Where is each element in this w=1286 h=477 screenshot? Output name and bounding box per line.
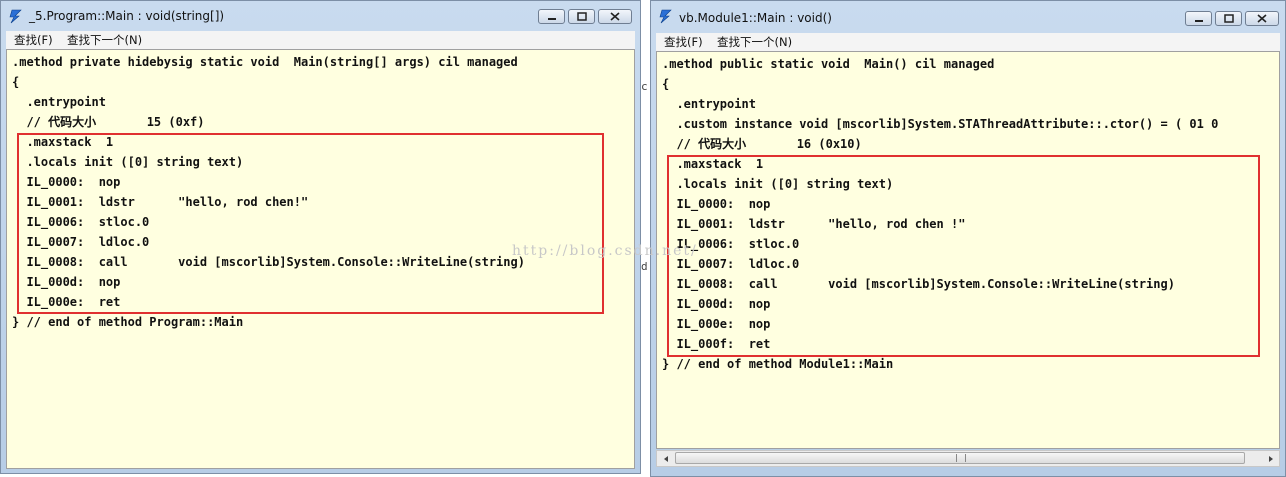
code-line: { xyxy=(662,77,670,91)
code-line: .entrypoint xyxy=(12,95,106,109)
maximize-icon xyxy=(1223,14,1234,23)
menu-find-next[interactable]: 查找下一个(N) xyxy=(717,34,792,50)
scroll-thumb[interactable] xyxy=(675,452,1245,464)
close-icon xyxy=(610,12,620,21)
horizontal-scrollbar[interactable] xyxy=(656,450,1280,467)
minimize-button[interactable] xyxy=(1185,11,1212,26)
close-icon xyxy=(1257,14,1267,23)
close-button[interactable] xyxy=(598,9,632,24)
code-line: { xyxy=(12,75,20,89)
menu-find-next[interactable]: 查找下一个(N) xyxy=(67,32,142,48)
code-line: .method public static void Main() cil ma… xyxy=(662,57,995,71)
right-window-title: vb.Module1::Main : void() xyxy=(679,11,832,25)
menu-find[interactable]: 查找(F) xyxy=(14,32,53,48)
maximize-button[interactable] xyxy=(1215,11,1242,26)
app-icon xyxy=(659,9,672,24)
right-il-window[interactable]: vb.Module1::Main : void() 查找(F) 查找下一个(N)… xyxy=(650,0,1286,477)
code-line: .custom instance void [mscorlib]System.S… xyxy=(662,117,1219,131)
left-menu-bar: 查找(F) 查找下一个(N) xyxy=(6,31,635,49)
right-title-bar[interactable]: vb.Module1::Main : void() xyxy=(651,1,1285,31)
close-button[interactable] xyxy=(1245,11,1279,26)
highlight-box xyxy=(17,133,604,314)
right-menu-bar: 查找(F) 查找下一个(N) xyxy=(656,33,1280,51)
left-code-view[interactable]: .method private hidebysig static void Ma… xyxy=(6,49,635,469)
scroll-right-icon xyxy=(1268,455,1273,462)
code-line: // 代码大小 16 (0x10) xyxy=(662,137,862,151)
watermark: http://blog.csdn.net/ xyxy=(512,243,698,259)
scroll-grip xyxy=(956,454,966,462)
scroll-left-icon xyxy=(663,455,668,462)
maximize-icon xyxy=(576,12,587,21)
highlight-box xyxy=(667,155,1260,357)
left-window-title: _5.Program::Main : void(string[]) xyxy=(29,9,225,23)
background-glyph-c: c xyxy=(641,80,648,93)
scroll-left-button[interactable] xyxy=(657,451,674,466)
code-line: } // end of method Program::Main xyxy=(12,315,244,329)
code-line: .entrypoint xyxy=(662,97,756,111)
minimize-icon xyxy=(547,17,556,20)
code-line: // 代码大小 15 (0xf) xyxy=(12,115,205,129)
maximize-button[interactable] xyxy=(568,9,595,24)
code-line: .method private hidebysig static void Ma… xyxy=(12,55,518,69)
menu-find[interactable]: 查找(F) xyxy=(664,34,703,50)
scroll-right-button[interactable] xyxy=(1262,451,1279,466)
left-il-window[interactable]: _5.Program::Main : void(string[]) 查找(F) … xyxy=(0,0,641,474)
right-code-view[interactable]: .method public static void Main() cil ma… xyxy=(656,51,1280,449)
minimize-button[interactable] xyxy=(538,9,565,24)
left-title-bar[interactable]: _5.Program::Main : void(string[]) xyxy=(1,1,640,31)
minimize-icon xyxy=(1194,19,1203,22)
app-icon xyxy=(9,9,22,24)
background-glyph-d: d xyxy=(641,260,648,273)
code-line: } // end of method Module1::Main xyxy=(662,357,894,371)
